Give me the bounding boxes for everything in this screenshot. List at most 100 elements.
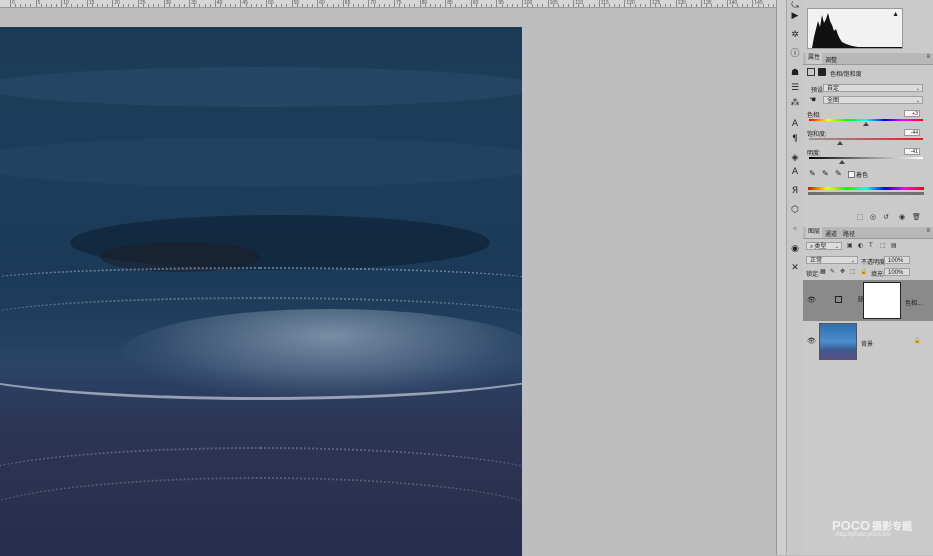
3d-icon[interactable]: ⬡ bbox=[789, 204, 801, 216]
tab-channels[interactable]: 通道 bbox=[825, 229, 837, 238]
layer-thumbnail[interactable] bbox=[819, 323, 857, 360]
colorize-checkbox[interactable] bbox=[848, 171, 855, 178]
layer-visibility-eye-icon[interactable]: 👁 bbox=[807, 337, 816, 345]
lock-image-icon[interactable]: ✎ bbox=[830, 268, 835, 275]
reset-icon[interactable]: ↺ bbox=[883, 213, 889, 221]
timeline-icon[interactable]: « bbox=[789, 223, 801, 235]
ruler-minor-tick bbox=[230, 4, 232, 7]
adjustment-layer-icon[interactable] bbox=[807, 68, 815, 76]
opacity-field[interactable]: 100% bbox=[884, 256, 910, 264]
character-styles-icon[interactable]: Я bbox=[789, 185, 801, 197]
hand-target-icon[interactable]: ☚ bbox=[809, 95, 816, 104]
eyedropper-icon[interactable]: ✎ bbox=[809, 169, 816, 178]
trash-icon[interactable]: 🗑 bbox=[912, 213, 921, 221]
mask-icon[interactable] bbox=[818, 68, 826, 76]
ruler-minor-tick bbox=[378, 4, 380, 7]
ruler-minor-tick bbox=[711, 4, 713, 7]
lock-all-icon[interactable]: 🔒 bbox=[860, 268, 867, 275]
view-previous-icon[interactable]: ◎ bbox=[870, 213, 876, 221]
tab-adjustments[interactable]: 调整 bbox=[825, 55, 837, 64]
lock-position-icon[interactable]: ✥ bbox=[840, 268, 845, 275]
panel-icon-bar: ⤿ ▶ ✲ ⓘ ☗ ☰ ⁂ A ¶ ◈ A Я ⬡ « ◉ ✕ bbox=[786, 0, 804, 555]
tab-layers[interactable]: 图层 bbox=[806, 227, 823, 238]
horizontal-ruler[interactable]: 0 5 10 15 20 25 30 35 40 45 50 55 60 65 70 75 80 85 90 95 10… bbox=[0, 0, 776, 8]
saturation-slider-thumb[interactable] bbox=[837, 141, 843, 145]
ruler-tick bbox=[598, 0, 600, 7]
lock-label: 锁定: bbox=[806, 272, 820, 278]
ruler-minor-tick bbox=[634, 4, 636, 7]
ruler-tick bbox=[86, 0, 88, 7]
ruler-minor-tick bbox=[312, 4, 314, 7]
ruler-minor-tick bbox=[20, 4, 22, 7]
ruler-minor-tick bbox=[158, 4, 160, 7]
saturation-slider-track[interactable] bbox=[809, 138, 923, 140]
layer-name[interactable]: 背景 bbox=[861, 339, 873, 348]
canvas-area[interactable] bbox=[0, 8, 776, 556]
lock-artboard-icon[interactable]: ⬚ bbox=[850, 268, 856, 275]
ruler-minor-tick bbox=[209, 4, 211, 7]
saturation-value-field[interactable]: -44 bbox=[904, 129, 920, 136]
ruler-minor-tick bbox=[271, 4, 273, 7]
filter-type-icon[interactable]: T bbox=[869, 242, 873, 249]
layer-mask-thumbnail[interactable] bbox=[863, 282, 901, 319]
ruler-minor-tick bbox=[107, 4, 109, 7]
panel-menu-icon[interactable]: ≡ bbox=[926, 54, 930, 60]
fill-field[interactable]: 100% bbox=[884, 268, 910, 276]
ruler-tick bbox=[61, 0, 63, 7]
layer-kind-filter[interactable]: ⌕类型 ⌄ bbox=[806, 242, 842, 250]
adjustments-icon[interactable]: ☗ bbox=[789, 67, 801, 79]
eye-icon[interactable]: ◉ bbox=[899, 213, 905, 221]
layer-visibility-eye-icon[interactable]: 👁 bbox=[807, 296, 816, 304]
hue-slider-track[interactable] bbox=[809, 119, 923, 121]
brush-settings-icon[interactable]: ✲ bbox=[789, 29, 801, 41]
filter-smart-object-icon[interactable]: ▤ bbox=[891, 242, 897, 249]
filter-pixel-icon[interactable]: ▣ bbox=[847, 242, 853, 249]
filter-adjustment-icon[interactable]: ◐ bbox=[858, 242, 863, 249]
hue-value-field[interactable]: +3 bbox=[904, 110, 920, 117]
properties-icon[interactable]: ☰ bbox=[789, 82, 801, 94]
blend-mode-dropdown[interactable]: 正常 ⌄ bbox=[806, 256, 858, 264]
tools-icon[interactable]: ✕ bbox=[789, 262, 801, 274]
lightness-slider-thumb[interactable] bbox=[839, 160, 845, 164]
ruler-minor-tick bbox=[373, 4, 375, 7]
tab-properties[interactable]: 属性 bbox=[806, 53, 823, 64]
ruler-tick bbox=[189, 0, 191, 7]
ruler-tick bbox=[214, 0, 216, 7]
filter-shape-icon[interactable]: ⬚ bbox=[880, 242, 886, 249]
ruler-minor-tick bbox=[40, 4, 42, 7]
layer-name[interactable]: 色相... bbox=[905, 298, 922, 307]
channel-dropdown[interactable]: 全图 ⌄ bbox=[823, 96, 923, 104]
lightness-value-field[interactable]: -41 bbox=[904, 148, 920, 155]
ruler-tick bbox=[342, 0, 344, 7]
ruler-minor-tick bbox=[491, 4, 493, 7]
actions-play-icon[interactable]: ▶ bbox=[789, 10, 801, 22]
swatches-icon[interactable]: ⁂ bbox=[789, 97, 801, 109]
visibility-icon[interactable]: ◉ bbox=[789, 243, 801, 255]
layers-tabs: 图层 通道 路径 ≡ bbox=[803, 227, 933, 239]
ruler-minor-tick bbox=[388, 4, 390, 7]
layer-row-background[interactable]: 👁 背景 🔒 bbox=[803, 321, 933, 362]
tab-paths[interactable]: 路径 bbox=[843, 229, 855, 238]
ruler-minor-tick bbox=[516, 4, 518, 7]
chevron-down-icon: ⌄ bbox=[915, 98, 920, 104]
ruler-tick bbox=[650, 0, 651, 7]
lightness-slider-track[interactable] bbox=[809, 157, 923, 159]
layers-menu-icon[interactable]: ≡ bbox=[926, 228, 930, 234]
hue-slider-thumb[interactable] bbox=[863, 122, 869, 126]
character-icon[interactable]: A bbox=[789, 118, 801, 130]
layer-row-hue-saturation[interactable]: 👁 ⛓ 色相... bbox=[803, 280, 933, 321]
paragraph-icon[interactable]: ¶ bbox=[789, 133, 801, 145]
eyedropper-plus-icon[interactable]: ✎ bbox=[822, 169, 829, 178]
preset-dropdown[interactable]: 自定 ⌄ bbox=[823, 84, 923, 92]
info-icon[interactable]: ⓘ bbox=[789, 48, 801, 60]
ruler-tick bbox=[470, 0, 472, 7]
clip-to-layer-icon[interactable]: ⬚ bbox=[857, 213, 864, 221]
ruler-minor-tick bbox=[347, 4, 349, 7]
eyedropper-minus-icon[interactable]: ✎ bbox=[835, 169, 842, 178]
warning-icon[interactable]: ▲ bbox=[892, 11, 899, 18]
glyphs-icon[interactable]: A bbox=[789, 166, 801, 178]
clone-source-icon[interactable]: ◈ bbox=[789, 152, 801, 164]
document-image[interactable] bbox=[0, 27, 522, 556]
lock-transparent-icon[interactable]: ▦ bbox=[820, 268, 826, 275]
ruler-minor-tick bbox=[685, 4, 687, 7]
